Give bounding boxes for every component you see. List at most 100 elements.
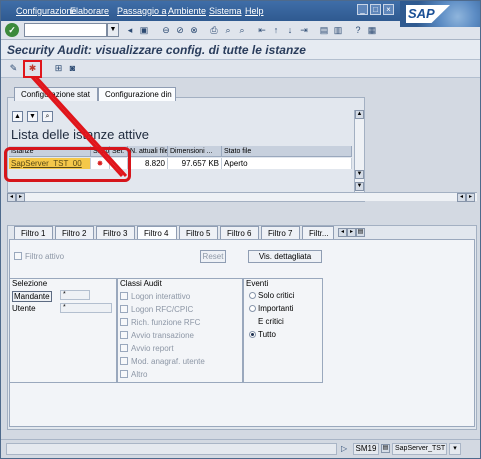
audit-class-checkbox-4[interactable] <box>120 331 128 339</box>
menu-ambiente[interactable]: Ambiente <box>168 6 206 16</box>
new-session-icon[interactable]: ▤ <box>318 24 330 36</box>
audit-class-label-5: Avvio report <box>131 344 174 353</box>
tab-configurazione-din[interactable]: Configurazione din <box>98 87 176 101</box>
horizontal-scrollbar[interactable]: ◂ ▸ ◂ ▸ <box>7 192 477 202</box>
audit-class-checkbox-6[interactable] <box>120 357 128 365</box>
vertical-scrollbar[interactable]: ▲ ▼ ▼ <box>354 110 364 194</box>
help-icon[interactable]: ? <box>352 24 364 36</box>
scroll-right-icon[interactable]: ▸ <box>16 193 25 202</box>
audit-class-checkbox-7[interactable] <box>120 370 128 378</box>
scroll-far-left-icon[interactable]: ◂ <box>457 193 466 202</box>
audit-class-label-4: Avvio transazione <box>131 331 194 340</box>
scroll-down-icon[interactable]: ▼ <box>355 170 364 179</box>
refresh-icon[interactable]: ◙ <box>66 62 79 75</box>
event-radio-tutto[interactable] <box>249 331 256 338</box>
scroll-far-right-icon[interactable]: ▸ <box>466 193 475 202</box>
back-nav-icon[interactable]: ◂ <box>124 24 136 36</box>
print-icon[interactable]: ⎙ <box>208 24 220 36</box>
page-title: Security Audit: visualizzare config. di … <box>7 43 306 57</box>
tab-filtro-more[interactable]: Filtr... <box>302 226 334 240</box>
find-next-icon[interactable]: ⌕ <box>236 24 248 36</box>
filter-icon[interactable]: ▼ <box>27 111 38 122</box>
command-history-icon[interactable]: ▼ <box>107 23 119 37</box>
scroll-left-icon[interactable]: ◂ <box>7 193 16 202</box>
menu-help[interactable]: Help <box>245 6 264 16</box>
menu-configurazione[interactable]: Configurazione <box>16 6 77 16</box>
scroll-bottom-icon[interactable]: ▼ <box>355 182 364 191</box>
system-info-icon[interactable]: ▤ <box>381 444 390 453</box>
column-header-files[interactable]: N. attuali file <box>128 146 168 157</box>
exit-icon[interactable]: ⊘ <box>174 24 186 36</box>
menu-passaggio-a[interactable]: Passaggio a <box>117 6 167 16</box>
files-cell: 8.820 <box>128 158 168 169</box>
list-title: Lista delle istanze attive <box>11 127 150 142</box>
cancel-icon[interactable]: ⊗ <box>188 24 200 36</box>
audit-class-label-7: Altro <box>131 370 148 379</box>
event-label-solo-critici: Solo critici <box>258 291 295 300</box>
layout-icon[interactable]: ▦ <box>366 24 378 36</box>
audit-class-checkbox-3[interactable] <box>120 318 128 326</box>
find-icon[interactable]: ⌕ <box>222 24 234 36</box>
details-icon[interactable]: ⊞ <box>52 62 65 75</box>
audit-class-label-1: Logon interattivo <box>131 292 191 301</box>
annotation-highlight <box>4 147 131 182</box>
filter-active-checkbox[interactable] <box>14 252 22 260</box>
events-title: Eventi <box>246 279 269 288</box>
back-icon[interactable]: ⊖ <box>160 24 172 36</box>
last-page-icon[interactable]: ⇥ <box>298 24 310 36</box>
sort-icon[interactable]: ▲ <box>12 111 23 122</box>
audit-class-label-6: Mod. anagraf. utente <box>131 357 205 366</box>
audit-class-label-3: Rich. funzione RFC <box>131 318 201 327</box>
audit-class-label-2: Logon RFC/CPIC <box>131 305 194 314</box>
find-table-icon[interactable]: ⌕ <box>42 111 53 122</box>
details-button[interactable]: Vis. dettagliata <box>248 250 322 263</box>
menu-sistema[interactable]: Sistema <box>209 6 242 16</box>
system-field: SM19 <box>353 443 379 455</box>
next-page-icon[interactable]: ↓ <box>284 24 296 36</box>
utente-label: Utente <box>12 304 36 313</box>
reset-button[interactable]: Reset <box>200 250 226 263</box>
tab-scroll-left-icon[interactable]: ◂ <box>338 228 347 237</box>
utente-field[interactable]: * <box>60 303 112 313</box>
audit-class-checkbox-2[interactable] <box>120 305 128 313</box>
first-page-icon[interactable]: ⇤ <box>256 24 268 36</box>
status-toggle-icon[interactable]: ▷ <box>341 444 347 453</box>
file-status-cell: Aperto <box>222 158 352 169</box>
save-icon[interactable]: ▣ <box>138 24 150 36</box>
event-label-importanti: Importanti <box>258 304 294 313</box>
title-bar: Security Audit: visualizzare config. di … <box>1 40 480 60</box>
annotation-box <box>23 60 42 78</box>
shortcut-icon[interactable]: ▥ <box>332 24 344 36</box>
command-field[interactable] <box>24 23 107 37</box>
selection-title: Selezione <box>12 279 48 288</box>
minimize-icon[interactable]: _ <box>357 4 368 15</box>
tab-filtro-4[interactable]: Filtro 4 <box>137 226 177 240</box>
column-header-size[interactable]: Dimensioni ... <box>168 146 222 157</box>
audit-class-checkbox-5[interactable] <box>120 344 128 352</box>
tab-filtro-2[interactable]: Filtro 2 <box>55 226 94 240</box>
status-message-field <box>6 443 337 455</box>
mandante-field[interactable]: * <box>60 290 90 300</box>
scroll-up-icon[interactable]: ▲ <box>355 110 364 119</box>
tab-filtro-3[interactable]: Filtro 3 <box>96 226 135 240</box>
tab-list-icon[interactable]: ▤ <box>356 228 365 237</box>
maximize-icon[interactable]: □ <box>370 4 381 15</box>
column-header-file-status[interactable]: Stato file <box>222 146 352 157</box>
tab-scroll-right-icon[interactable]: ▸ <box>347 228 356 237</box>
tab-filtro-5[interactable]: Filtro 5 <box>179 226 218 240</box>
menu-elaborare[interactable]: Elaborare <box>70 6 109 16</box>
change-mode-icon[interactable]: ✎ <box>7 62 20 75</box>
event-radio-solo-critici[interactable] <box>249 292 256 299</box>
tab-filtro-6[interactable]: Filtro 6 <box>220 226 259 240</box>
window-controls: _ □ × <box>357 4 394 15</box>
enter-icon[interactable]: ✓ <box>5 23 19 37</box>
tab-filtro-1[interactable]: Filtro 1 <box>14 226 53 240</box>
event-radio-importanti[interactable] <box>249 305 256 312</box>
server-field: SapServer_TST <box>392 443 447 455</box>
prev-page-icon[interactable]: ↑ <box>270 24 282 36</box>
audit-classes-title: Classi Audit <box>120 279 162 288</box>
close-icon[interactable]: × <box>383 4 394 15</box>
audit-class-checkbox-1[interactable] <box>120 292 128 300</box>
tab-configurazione-stat[interactable]: Configurazione stat <box>14 87 98 101</box>
tab-filtro-7[interactable]: Filtro 7 <box>261 226 300 240</box>
